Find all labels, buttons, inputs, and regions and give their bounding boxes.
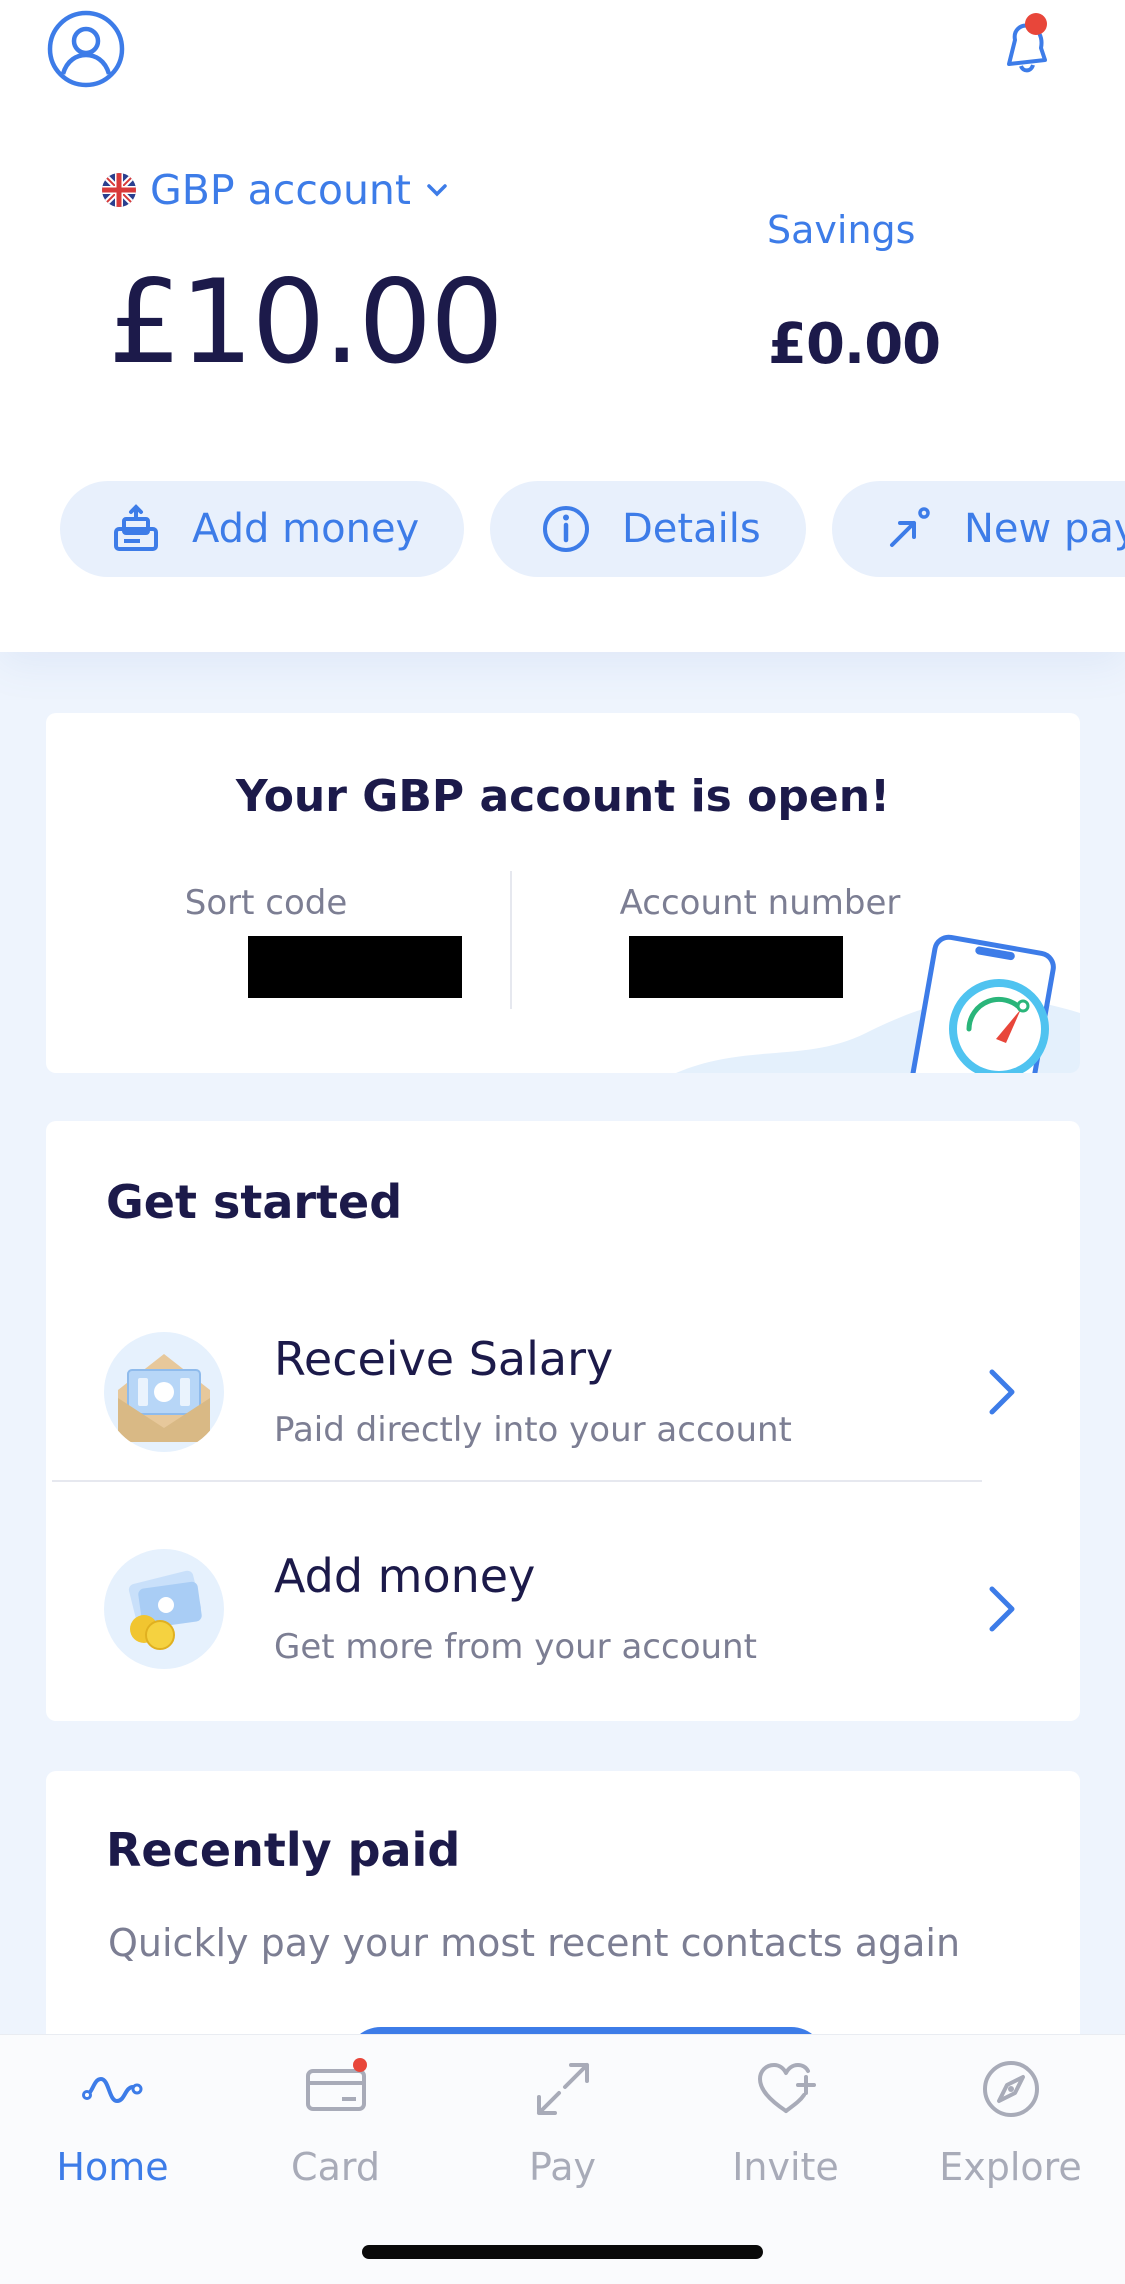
account-open-title: Your GBP account is open!: [235, 771, 891, 822]
divider: [510, 871, 512, 1009]
money-coins-icon: [104, 1549, 224, 1669]
recently-paid-subtitle: Quickly pay your most recent contacts ag…: [108, 1921, 961, 1965]
tab-explore-label: Explore: [939, 2145, 1082, 2189]
account-selector-label: GBP account: [150, 166, 411, 214]
new-payment-icon: [890, 507, 930, 547]
heart-plus-icon: [757, 2063, 816, 2113]
phone-speedometer-illustration: [676, 934, 1080, 1073]
add-money-title: Add money: [274, 1549, 536, 1603]
account-number-label: Account number: [619, 883, 901, 923]
tab-home[interactable]: Home: [0, 2057, 225, 2217]
account-open-card[interactable]: Your GBP account is open! Sort code Acco…: [46, 713, 1080, 1073]
account-header: GBP account £10.00 Savings £0.00 Add mon…: [0, 0, 1125, 652]
compass-icon: [982, 2061, 1039, 2117]
account-selector[interactable]: GBP account: [102, 162, 449, 218]
tab-explore[interactable]: Explore: [898, 2057, 1123, 2217]
sort-code-label: Sort code: [184, 883, 348, 923]
home-indicator: [362, 2245, 763, 2259]
tab-pay[interactable]: Pay: [450, 2057, 675, 2217]
notifications-button[interactable]: [995, 10, 1065, 80]
get-started-card: Get started Receive Salary Paid directly…: [46, 1121, 1080, 1721]
info-icon: [543, 506, 589, 552]
card-badge: [352, 2058, 367, 2072]
chevron-right-icon: [989, 1369, 1015, 1415]
tab-pay-label: Pay: [529, 2145, 596, 2189]
details-label: Details: [622, 506, 761, 552]
card-icon: [305, 2058, 367, 2111]
account-balance: £10.00: [108, 255, 504, 390]
recently-paid-title: Recently paid: [106, 1823, 461, 1877]
receive-salary-subtitle: Paid directly into your account: [274, 1410, 792, 1450]
quick-actions: Add money Details New pay: [60, 481, 1125, 577]
list-divider: [52, 1480, 982, 1482]
tab-invite-label: Invite: [732, 2145, 839, 2189]
new-payment-label: New pay: [964, 506, 1125, 552]
chevron-down-icon: [427, 184, 447, 197]
chevron-right-icon: [989, 1586, 1015, 1632]
new-payment-button[interactable]: New pay: [832, 481, 1125, 577]
receive-salary-title: Receive Salary: [274, 1332, 614, 1386]
tab-card[interactable]: Card: [223, 2057, 448, 2217]
list-item-receive-salary[interactable]: Receive Salary Paid directly into your a…: [46, 1306, 1080, 1506]
get-started-title: Get started: [106, 1175, 403, 1229]
list-item-add-money[interactable]: Add money Get more from your account: [46, 1523, 1080, 1721]
add-money-icon: [114, 504, 158, 551]
tab-home-label: Home: [56, 2145, 169, 2189]
notification-badge: [1025, 13, 1047, 35]
uk-flag-icon: [102, 173, 136, 207]
add-money-button[interactable]: Add money: [60, 481, 464, 577]
salary-envelope-icon: [104, 1332, 224, 1452]
tab-card-label: Card: [291, 2145, 380, 2189]
pay-arrows-icon: [536, 2063, 589, 2115]
home-wave-icon: [81, 2076, 142, 2104]
sort-code-redacted: [248, 936, 462, 998]
add-money-label: Add money: [192, 506, 420, 552]
bell-icon: [1007, 13, 1047, 73]
details-button[interactable]: Details: [490, 481, 806, 577]
savings-label[interactable]: Savings: [767, 208, 915, 252]
add-money-subtitle: Get more from your account: [274, 1627, 757, 1667]
profile-button[interactable]: [45, 8, 127, 90]
profile-icon: [47, 10, 125, 88]
savings-balance: £0.00: [768, 312, 941, 377]
tab-invite[interactable]: Invite: [673, 2057, 898, 2217]
